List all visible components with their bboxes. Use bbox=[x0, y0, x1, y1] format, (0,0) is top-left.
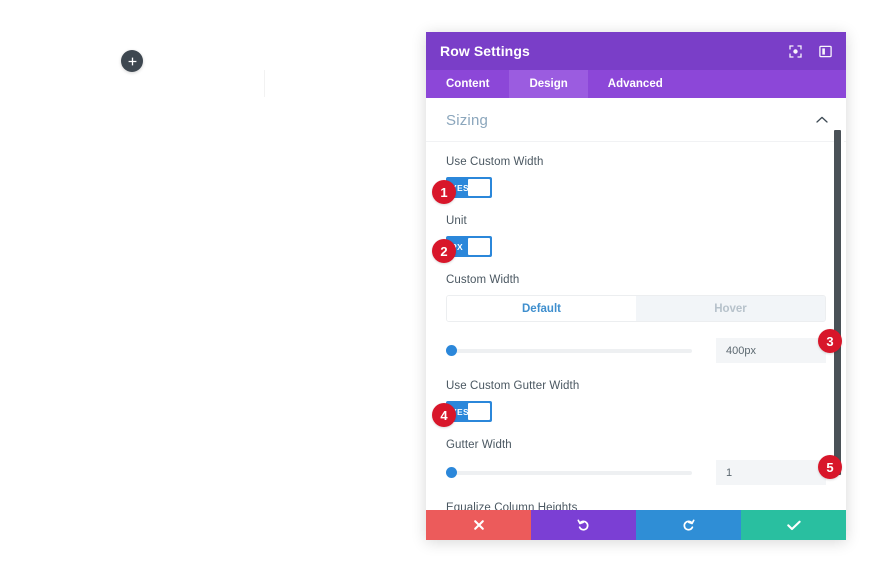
toggle-knob bbox=[468, 179, 490, 196]
modal-header-icons bbox=[788, 44, 832, 58]
modal-title: Row Settings bbox=[440, 43, 530, 59]
section-title-sizing: Sizing bbox=[446, 112, 489, 129]
custom-width-state-tabs: Default Hover bbox=[446, 295, 826, 322]
tab-design[interactable]: Design bbox=[509, 70, 588, 98]
label-unit: Unit bbox=[446, 215, 467, 227]
row-settings-modal: Row Settings Content Design Advanced Siz… bbox=[426, 32, 846, 540]
tab-advanced[interactable]: Advanced bbox=[588, 70, 683, 98]
toggle-knob bbox=[468, 238, 490, 255]
gutter-width-value-input[interactable] bbox=[716, 460, 826, 485]
modal-body: Sizing Use Custom Width YES 1 Unit PX 2 … bbox=[426, 98, 846, 510]
add-row-button[interactable] bbox=[121, 50, 143, 72]
label-use-custom-gutter-width: Use Custom Gutter Width bbox=[446, 380, 580, 392]
custom-width-value-input[interactable] bbox=[716, 338, 826, 363]
undo-button[interactable] bbox=[531, 510, 636, 540]
callout-badge-2: 2 bbox=[432, 239, 456, 263]
section-header-sizing[interactable]: Sizing bbox=[426, 98, 846, 142]
scrollbar-thumb[interactable] bbox=[834, 130, 841, 475]
chevron-up-icon[interactable] bbox=[816, 115, 828, 126]
custom-width-slider[interactable] bbox=[446, 344, 692, 358]
label-equalize-column-heights: Equalize Column Heights bbox=[446, 502, 578, 510]
field-unit: Unit PX 2 bbox=[432, 215, 826, 263]
fullscreen-icon[interactable] bbox=[788, 44, 802, 58]
field-gutter-width: Gutter Width 5 bbox=[446, 439, 842, 485]
redo-button[interactable] bbox=[636, 510, 741, 540]
redo-arrow-icon bbox=[682, 519, 695, 532]
callout-badge-1: 1 bbox=[432, 180, 456, 204]
modal-footer bbox=[426, 510, 846, 540]
plus-icon bbox=[128, 55, 137, 68]
gutter-width-slider-row bbox=[446, 460, 826, 485]
callout-badge-4: 4 bbox=[432, 403, 456, 427]
slider-track bbox=[446, 348, 692, 353]
gutter-width-slider[interactable] bbox=[446, 466, 692, 480]
cancel-button[interactable] bbox=[426, 510, 531, 540]
callout-badge-5: 5 bbox=[818, 455, 842, 479]
modal-tabbar: Content Design Advanced bbox=[426, 70, 846, 98]
state-tab-default[interactable]: Default bbox=[447, 296, 636, 321]
sizing-fields: Use Custom Width YES 1 Unit PX 2 Custom … bbox=[426, 142, 846, 510]
slider-handle[interactable] bbox=[446, 467, 457, 478]
scrollbar-track[interactable] bbox=[834, 98, 844, 510]
field-custom-width: Custom Width Default Hover 3 bbox=[446, 274, 842, 363]
slider-handle[interactable] bbox=[446, 345, 457, 356]
field-use-custom-gutter-width: Use Custom Gutter Width YES 4 bbox=[432, 380, 826, 427]
slider-track bbox=[446, 470, 692, 475]
field-use-custom-width: Use Custom Width YES 1 bbox=[432, 156, 826, 204]
label-custom-width: Custom Width bbox=[446, 274, 520, 286]
state-tab-hover[interactable]: Hover bbox=[636, 296, 825, 321]
tab-content[interactable]: Content bbox=[426, 70, 509, 98]
callout-badge-3: 3 bbox=[818, 329, 842, 353]
modal-header: Row Settings bbox=[426, 32, 846, 70]
field-equalize-column-heights: Equalize Column Heights NO bbox=[446, 502, 826, 510]
content-area-edge bbox=[264, 70, 265, 97]
layout-toggle-icon[interactable] bbox=[818, 44, 832, 58]
undo-arrow-icon bbox=[577, 519, 590, 532]
label-gutter-width: Gutter Width bbox=[446, 439, 512, 451]
custom-width-slider-row bbox=[446, 338, 826, 363]
settings-scroll-area: Sizing Use Custom Width YES 1 Unit PX 2 … bbox=[426, 98, 846, 510]
toggle-knob bbox=[468, 403, 490, 420]
x-icon bbox=[473, 519, 485, 531]
label-use-custom-width: Use Custom Width bbox=[446, 156, 544, 168]
save-button[interactable] bbox=[741, 510, 846, 540]
check-icon bbox=[786, 520, 801, 531]
